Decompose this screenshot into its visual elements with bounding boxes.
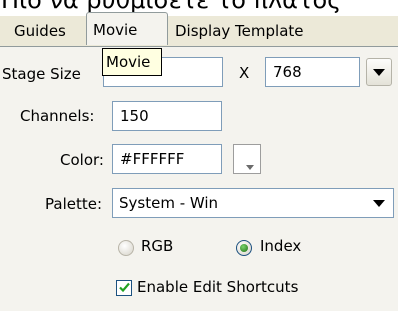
checkmark-icon [119, 282, 130, 293]
movie-tooltip: Movie [102, 48, 162, 76]
index-radio-label: Index [260, 237, 302, 255]
chevron-down-icon [373, 69, 385, 76]
stage-size-separator: X [239, 64, 250, 82]
tab-movie[interactable]: Movie [86, 12, 168, 45]
index-radio[interactable] [236, 240, 252, 256]
chevron-down-icon [373, 200, 385, 207]
palette-selected-value: System - Win [119, 194, 219, 212]
stage-height-input[interactable]: 768 [265, 57, 360, 87]
channels-label: Channels: [20, 107, 95, 125]
color-swatch-button[interactable] [233, 144, 261, 174]
channels-input[interactable]: 150 [112, 101, 222, 131]
enable-edit-shortcuts-label: Enable Edit Shortcuts [137, 278, 299, 296]
chevron-down-icon [246, 165, 254, 170]
stage-size-label: Stage Size [2, 65, 81, 83]
color-hex-input[interactable]: #FFFFFF [112, 144, 222, 174]
tab-guides[interactable]: Guides [14, 16, 66, 46]
rgb-radio[interactable] [118, 240, 134, 256]
palette-select[interactable]: System - Win [112, 188, 394, 218]
stage-size-preset-dropdown[interactable] [366, 58, 392, 86]
rgb-radio-label: RGB [141, 237, 174, 255]
caption-text: Πιο να ρυθμίσετε το πλάτος [1, 0, 342, 14]
palette-label: Palette: [45, 195, 103, 213]
enable-edit-shortcuts-checkbox[interactable] [116, 280, 132, 296]
tab-display-template[interactable]: Display Template [175, 16, 304, 46]
tab-strip: Guides Movie Display Template [0, 12, 398, 46]
color-label: Color: [60, 151, 104, 169]
